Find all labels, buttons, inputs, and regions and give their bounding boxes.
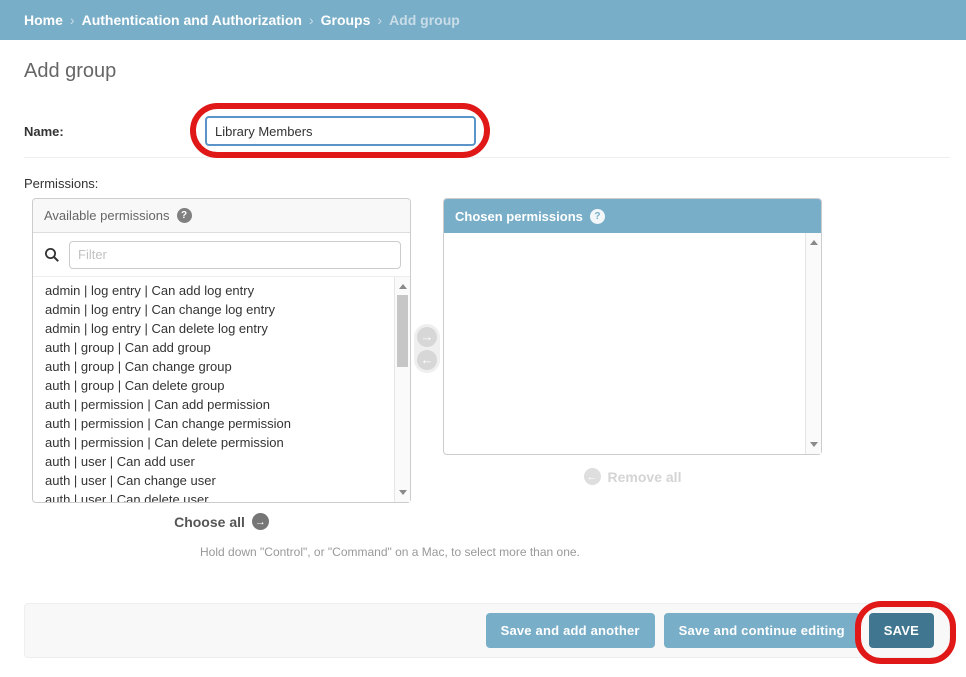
arrow-right-icon: →	[421, 327, 434, 347]
permission-option[interactable]: auth | user | Can change user	[33, 471, 410, 490]
permission-option[interactable]: admin | log entry | Can delete log entry	[33, 319, 410, 338]
permission-option[interactable]: admin | log entry | Can change log entry	[33, 300, 410, 319]
available-permissions-list: admin | log entry | Can add log entry ad…	[33, 277, 410, 502]
permission-option[interactable]: auth | group | Can delete group	[33, 376, 410, 395]
breadcrumb-separator: ›	[70, 12, 75, 28]
choose-all-label: Choose all	[174, 514, 245, 530]
search-icon	[44, 247, 60, 263]
save-and-add-another-button[interactable]: Save and add another	[486, 613, 655, 648]
breadcrumb-home[interactable]: Home	[24, 12, 63, 28]
permissions-help-text: Hold down "Control", or "Command" on a M…	[200, 545, 580, 559]
chosen-permissions-title: Chosen permissions	[455, 209, 583, 224]
save-button[interactable]: SAVE	[869, 613, 934, 648]
submit-row: Save and add another Save and continue e…	[24, 603, 950, 658]
permissions-label: Permissions:	[24, 176, 98, 191]
arrow-left-icon: ←	[421, 350, 434, 370]
remove-all-link[interactable]: ← Remove all	[443, 468, 822, 485]
permission-option[interactable]: admin | log entry | Can add log entry	[33, 281, 410, 300]
scrollbar-thumb[interactable]	[397, 295, 408, 367]
scroll-up-icon[interactable]	[399, 284, 407, 289]
form-divider	[24, 157, 950, 158]
permission-option[interactable]: auth | permission | Can change permissio…	[33, 414, 410, 433]
choose-all-link[interactable]: Choose all →	[32, 513, 411, 530]
permission-option[interactable]: auth | group | Can change group	[33, 357, 410, 376]
help-icon: ?	[590, 209, 605, 224]
scroll-down-icon[interactable]	[399, 490, 407, 495]
permission-option[interactable]: auth | permission | Can delete permissio…	[33, 433, 410, 452]
scroll-up-icon[interactable]	[810, 240, 818, 245]
arrow-left-circle-icon: ←	[584, 468, 601, 485]
selector-mover: → ←	[414, 324, 440, 373]
help-icon: ?	[177, 208, 192, 223]
permission-option[interactable]: auth | permission | Can add permission	[33, 395, 410, 414]
breadcrumb-separator: ›	[309, 12, 314, 28]
chosen-permissions-panel: Chosen permissions ?	[443, 198, 822, 455]
chosen-list-scrollbar[interactable]	[805, 233, 821, 454]
available-permissions-header: Available permissions ?	[33, 199, 410, 233]
breadcrumb-separator: ›	[377, 12, 382, 28]
available-permissions-panel: Available permissions ? admin | log entr…	[32, 198, 411, 503]
name-input[interactable]	[205, 116, 476, 146]
filter-row	[33, 233, 410, 277]
breadcrumb: Home › Authentication and Authorization …	[0, 0, 966, 40]
permission-option[interactable]: auth | group | Can add group	[33, 338, 410, 357]
permission-option[interactable]: auth | user | Can add user	[33, 452, 410, 471]
available-permissions-title: Available permissions	[44, 208, 170, 223]
choose-arrow-button[interactable]: →	[417, 327, 437, 347]
save-and-continue-editing-button[interactable]: Save and continue editing	[664, 613, 860, 648]
chosen-permissions-header: Chosen permissions ?	[444, 199, 821, 233]
filter-input[interactable]	[69, 241, 401, 269]
permission-option[interactable]: auth | user | Can delete user	[33, 490, 410, 502]
arrow-right-circle-icon: →	[252, 513, 269, 530]
chosen-permissions-list	[444, 233, 821, 454]
scroll-down-icon[interactable]	[810, 442, 818, 447]
breadcrumb-groups[interactable]: Groups	[321, 12, 371, 28]
breadcrumb-current-page: Add group	[389, 12, 460, 28]
page-title: Add group	[24, 60, 116, 83]
name-label: Name:	[24, 124, 64, 139]
available-list-scrollbar[interactable]	[394, 277, 410, 502]
breadcrumb-auth-app[interactable]: Authentication and Authorization	[82, 12, 302, 28]
remove-arrow-button[interactable]: ←	[417, 350, 437, 370]
remove-all-label: Remove all	[608, 469, 682, 485]
